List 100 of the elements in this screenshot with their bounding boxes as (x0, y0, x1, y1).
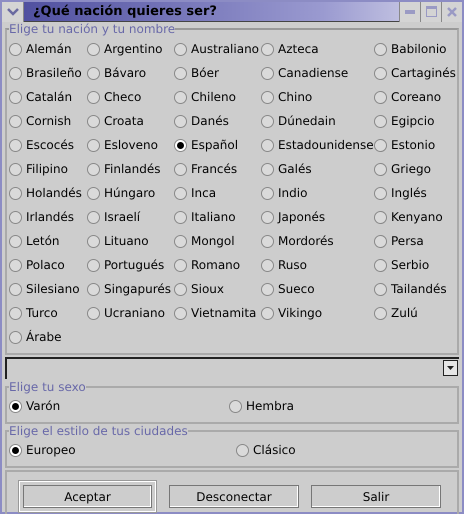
option-label[interactable]: Chileno (191, 88, 236, 106)
radio-button[interactable] (261, 234, 274, 248)
radio-button[interactable] (87, 234, 100, 248)
radio-button[interactable] (9, 42, 22, 56)
option-label[interactable]: Inglés (391, 184, 427, 202)
option-label[interactable]: Kenyano (391, 208, 443, 226)
option-label[interactable]: Griego (391, 160, 431, 178)
option-label[interactable]: Italiano (191, 208, 236, 226)
radio-button[interactable] (87, 138, 100, 152)
radio-button[interactable] (229, 400, 242, 412)
option-label[interactable]: Cornish (26, 112, 72, 130)
radio-button[interactable] (261, 306, 274, 320)
option-label[interactable]: Alemán (26, 40, 72, 58)
option-label[interactable]: Brasileño (26, 64, 82, 82)
option-label[interactable]: Israelí (104, 208, 140, 226)
radio-button[interactable] (261, 282, 274, 296)
option-label[interactable]: Egipcio (391, 112, 434, 130)
option-label[interactable]: Japonés (278, 208, 326, 226)
option-label[interactable]: Letón (26, 232, 60, 250)
radio-button[interactable] (261, 186, 274, 200)
radio-button[interactable] (87, 282, 100, 296)
radio-button[interactable] (9, 282, 22, 296)
dropdown[interactable] (5, 357, 459, 379)
radio-button[interactable] (9, 444, 22, 456)
option-label[interactable]: Singapurés (104, 280, 172, 298)
radio-button[interactable] (374, 234, 387, 248)
option-label[interactable]: Clásico (253, 441, 296, 459)
option-label[interactable]: Español (191, 136, 238, 154)
radio-button[interactable] (174, 162, 187, 176)
radio-button[interactable] (261, 162, 274, 176)
radio-button[interactable] (374, 210, 387, 224)
option-label[interactable]: Persa (391, 232, 424, 250)
dropdown-arrow-button[interactable] (443, 360, 458, 376)
option-label[interactable]: Mordorés (278, 232, 334, 250)
option-label[interactable]: Babilonio (391, 40, 446, 58)
option-label[interactable]: Bóer (191, 64, 219, 82)
option-label[interactable]: Filipino (26, 160, 68, 178)
option-label[interactable]: Canadiense (278, 64, 348, 82)
dialog-button[interactable]: Aceptar (18, 480, 157, 513)
radio-button[interactable] (174, 258, 187, 272)
radio-button[interactable] (174, 234, 187, 248)
radio-button[interactable] (374, 162, 387, 176)
option-label[interactable]: Danés (191, 112, 229, 130)
radio-button[interactable] (87, 258, 100, 272)
option-label[interactable]: Galés (278, 160, 312, 178)
option-label[interactable]: Ucraniano (104, 304, 165, 322)
radio-button[interactable] (261, 42, 274, 56)
option-label[interactable]: Holandés (26, 184, 82, 202)
option-label[interactable]: Bávaro (104, 64, 146, 82)
option-label[interactable]: Francés (191, 160, 238, 178)
option-label[interactable]: Checo (104, 88, 142, 106)
radio-button[interactable] (87, 90, 100, 104)
option-label[interactable]: Irlandés (26, 208, 74, 226)
radio-button[interactable] (9, 306, 22, 320)
option-label[interactable]: Lituano (104, 232, 149, 250)
radio-button[interactable] (174, 66, 187, 80)
radio-button[interactable] (374, 282, 387, 296)
option-label[interactable]: Croata (104, 112, 144, 130)
radio-button[interactable] (87, 114, 100, 128)
radio-button[interactable] (9, 186, 22, 200)
radio-button[interactable] (374, 90, 387, 104)
option-label[interactable]: Esloveno (104, 136, 158, 154)
radio-button[interactable] (261, 210, 274, 224)
radio-button[interactable] (174, 282, 187, 296)
option-label[interactable]: Árabe (26, 328, 62, 346)
option-label[interactable]: Vietnamita (191, 304, 256, 322)
option-label[interactable]: Estonio (391, 136, 436, 154)
radio-button[interactable] (9, 90, 22, 104)
radio-button[interactable] (261, 138, 274, 152)
radio-button[interactable] (374, 306, 387, 320)
radio-button[interactable] (374, 258, 387, 272)
option-label[interactable]: Portugués (104, 256, 164, 274)
option-label[interactable]: Tailandés (391, 280, 447, 298)
radio-button[interactable] (374, 186, 387, 200)
option-label[interactable]: Estadounidense (278, 136, 374, 154)
option-label[interactable]: Chino (278, 88, 312, 106)
radio-button[interactable] (174, 210, 187, 224)
option-label[interactable]: Argentino (104, 40, 163, 58)
radio-button[interactable] (174, 114, 187, 128)
radio-button[interactable] (374, 138, 387, 152)
option-label[interactable]: Varón (26, 397, 60, 415)
radio-button[interactable] (9, 234, 22, 248)
option-label[interactable]: Polaco (26, 256, 65, 274)
radio-button[interactable] (87, 306, 100, 320)
option-label[interactable]: Húngaro (104, 184, 156, 202)
radio-button[interactable] (261, 90, 274, 104)
option-label[interactable]: Turco (26, 304, 58, 322)
radio-button[interactable] (87, 66, 100, 80)
option-label[interactable]: Zulú (391, 304, 418, 322)
radio-button[interactable] (174, 138, 187, 152)
option-label[interactable]: Escocés (26, 136, 74, 154)
option-label[interactable]: Ruso (278, 256, 307, 274)
option-label[interactable]: Europeo (26, 441, 76, 459)
radio-button[interactable] (9, 162, 22, 176)
radio-button[interactable] (374, 66, 387, 80)
option-label[interactable]: Cartaginés (391, 64, 456, 82)
radio-button[interactable] (374, 114, 387, 128)
radio-button[interactable] (9, 258, 22, 272)
option-label[interactable]: Serbio (391, 256, 430, 274)
option-label[interactable]: Catalán (26, 88, 72, 106)
